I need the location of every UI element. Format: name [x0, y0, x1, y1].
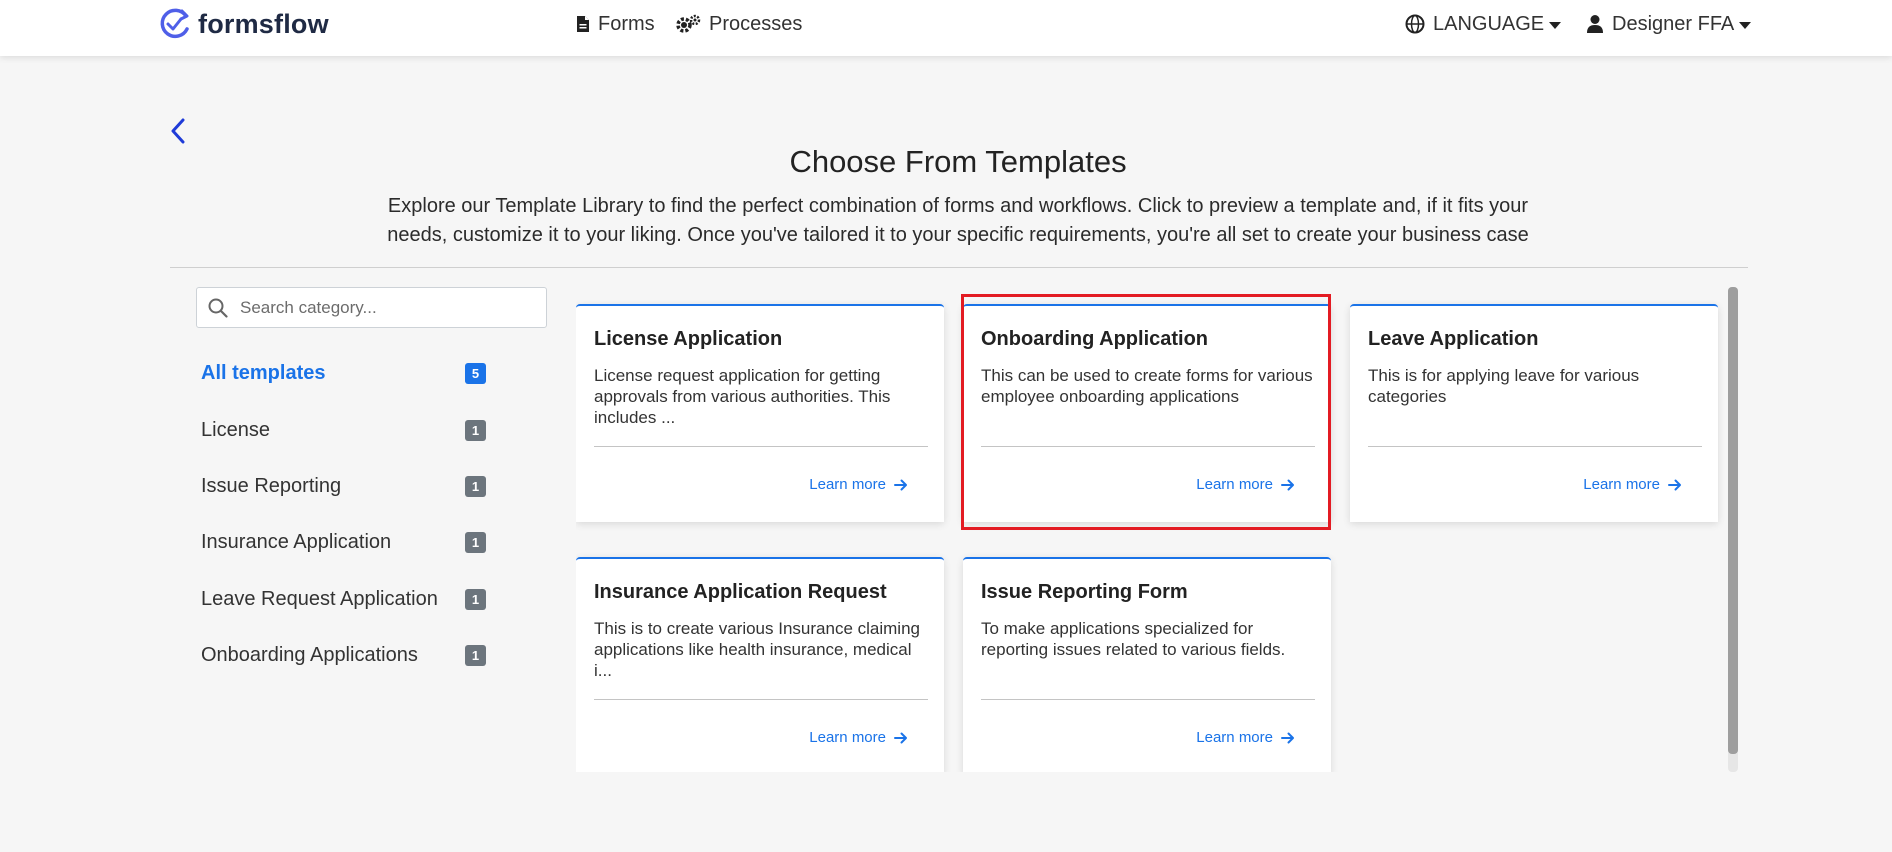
card-title: Leave Application: [1368, 328, 1539, 350]
learn-more-link[interactable]: Learn more: [809, 476, 908, 493]
count-badge: 1: [465, 644, 486, 666]
top-navbar: formsflow Forms Processes LANGUAGE Desig…: [0, 0, 1892, 56]
count-badge: 1: [465, 531, 486, 553]
category-license[interactable]: License 1: [201, 415, 486, 445]
category-insurance-application[interactable]: Insurance Application 1: [201, 527, 486, 557]
card-divider: [981, 699, 1315, 700]
template-card-license-application[interactable]: License Application License request appl…: [576, 304, 944, 522]
template-card-insurance-application-request[interactable]: Insurance Application Request This is to…: [576, 557, 944, 772]
count-badge: 1: [465, 475, 486, 497]
divider: [170, 267, 1748, 268]
language-label: LANGUAGE: [1433, 12, 1545, 35]
card-description: This is for applying leave for various c…: [1368, 366, 1640, 406]
learn-more-label: Learn more: [809, 476, 886, 493]
user-dropdown[interactable]: Designer FFA: [1586, 9, 1752, 39]
arrow-right-icon: [894, 479, 907, 490]
learn-more-link[interactable]: Learn more: [1196, 476, 1295, 493]
category-leave-request-application[interactable]: Leave Request Application 1: [201, 584, 486, 614]
count-badge: 1: [465, 588, 486, 610]
arrow-right-icon: [1281, 732, 1294, 743]
template-grid: License Application License request appl…: [576, 300, 1730, 772]
caret-down-icon: [1549, 21, 1562, 29]
learn-more-link[interactable]: Learn more: [1196, 729, 1295, 746]
brand-name: formsflow: [198, 8, 329, 39]
card-divider: [594, 699, 928, 700]
search-input[interactable]: [238, 296, 532, 319]
scrollbar[interactable]: [1728, 287, 1738, 772]
arrow-right-icon: [894, 732, 907, 743]
card-title: Issue Reporting Form: [981, 581, 1188, 603]
nav-processes[interactable]: Processes: [675, 9, 802, 39]
globe-icon: [1405, 14, 1425, 34]
scrollbar-thumb[interactable]: [1728, 287, 1738, 754]
category-label: Issue Reporting: [201, 474, 342, 497]
card-divider: [594, 446, 928, 447]
chevron-left-icon[interactable]: [166, 116, 190, 146]
user-name: Designer FFA: [1612, 12, 1735, 35]
search-icon: [208, 298, 228, 318]
arrow-right-icon: [1668, 479, 1681, 490]
card-divider: [981, 446, 1315, 447]
category-all-templates[interactable]: All templates 5: [201, 358, 486, 388]
gears-icon: [676, 14, 701, 33]
category-label: All templates: [201, 361, 326, 384]
card-divider: [1368, 446, 1702, 447]
category-label: Onboarding Applications: [201, 643, 418, 666]
card-description: To make applications specialized for rep…: [981, 619, 1286, 659]
nav-processes-label: Processes: [709, 12, 803, 35]
learn-more-label: Learn more: [1196, 729, 1273, 746]
learn-more-label: Learn more: [1583, 476, 1660, 493]
category-label: License: [201, 418, 270, 441]
card-title: Onboarding Application: [981, 328, 1209, 350]
category-onboarding-applications[interactable]: Onboarding Applications 1: [201, 640, 486, 670]
page-description: Explore our Template Library to find the…: [387, 195, 1529, 246]
nav-forms[interactable]: Forms: [576, 9, 655, 39]
page-title: Choose From Templates: [789, 144, 1127, 179]
template-card-issue-reporting-form[interactable]: Issue Reporting Form To make application…: [963, 557, 1331, 772]
nav-forms-label: Forms: [598, 12, 655, 35]
learn-more-link[interactable]: Learn more: [1583, 476, 1682, 493]
category-label: Insurance Application: [201, 530, 392, 553]
user-icon: [1587, 15, 1603, 33]
card-description: License request application for getting …: [594, 366, 891, 427]
learn-more-label: Learn more: [809, 729, 886, 746]
category-search[interactable]: [196, 287, 547, 328]
document-icon: [577, 16, 589, 32]
caret-down-icon: [1739, 21, 1752, 29]
brand[interactable]: formsflow: [156, 2, 329, 46]
category-label: Leave Request Application: [201, 587, 438, 610]
formsflow-logo-icon: [160, 8, 189, 39]
learn-more-label: Learn more: [1196, 476, 1273, 493]
count-badge: 5: [465, 362, 486, 384]
template-card-onboarding-application[interactable]: Onboarding Application This can be used …: [963, 304, 1331, 522]
card-title: Insurance Application Request: [594, 581, 887, 603]
card-description: This is to create various Insurance clai…: [594, 619, 920, 680]
count-badge: 1: [465, 419, 486, 441]
card-description: This can be used to create forms for var…: [981, 366, 1313, 406]
learn-more-link[interactable]: Learn more: [809, 729, 908, 746]
category-issue-reporting[interactable]: Issue Reporting 1: [201, 471, 486, 501]
card-title: License Application: [594, 328, 783, 350]
language-dropdown[interactable]: LANGUAGE: [1405, 9, 1562, 39]
template-card-leave-application[interactable]: Leave Application This is for applying l…: [1350, 304, 1718, 522]
arrow-right-icon: [1281, 479, 1294, 490]
